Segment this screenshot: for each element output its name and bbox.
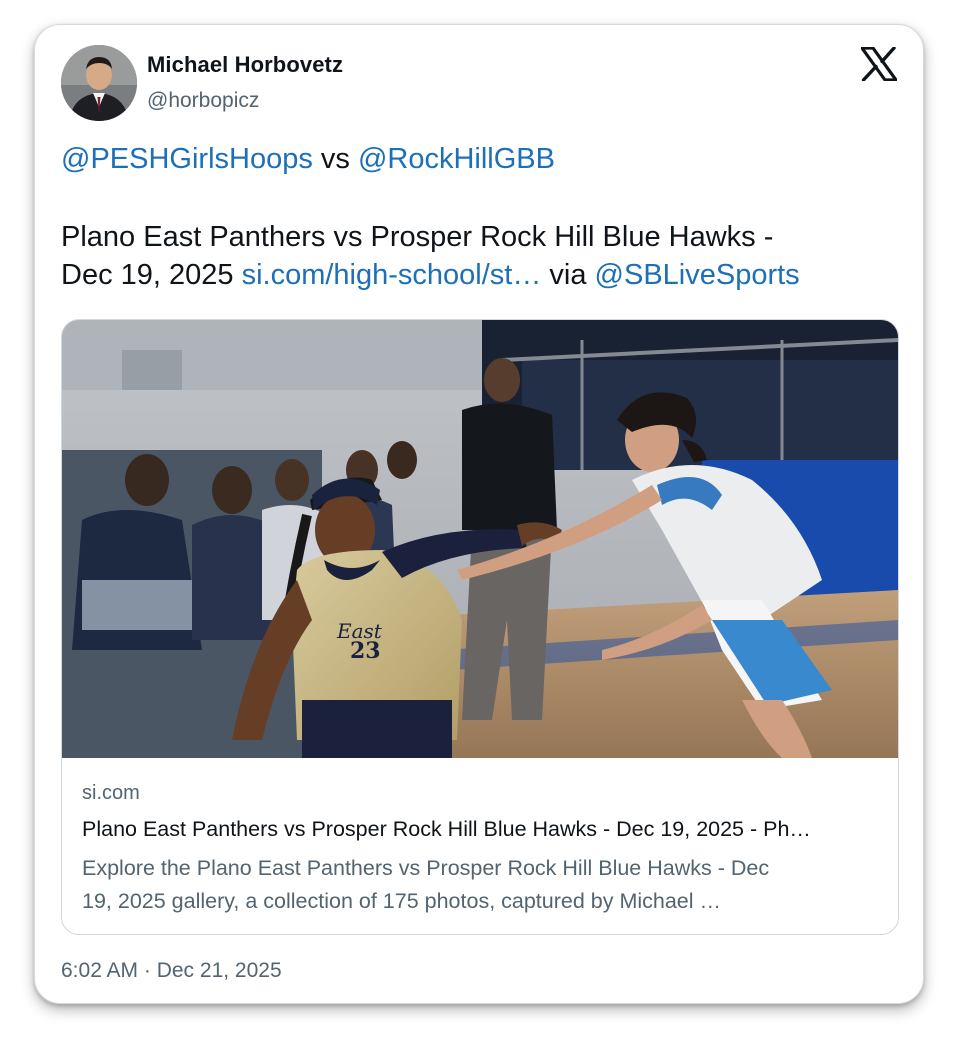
card-description-line-2: 19, 2025 gallery, a collection of 175 ph… — [82, 889, 722, 913]
tweet-card[interactable]: Michael Horbovetz @horbopicz @PESHGirlsH… — [34, 24, 924, 1004]
author-handle[interactable]: @horbopicz — [147, 89, 259, 113]
tweet-line-1: @PESHGirlsHoops vs @RockHillGBB — [61, 140, 901, 178]
article-link[interactable]: si.com/high-school/st… — [242, 259, 542, 291]
card-title[interactable]: Plano East Panthers vs Prosper Rock Hill… — [82, 817, 882, 842]
mention-rockhillgbb[interactable]: @RockHillGBB — [358, 143, 555, 175]
tweet-text: @PESHGirlsHoops vs @RockHillGBB Plano Ea… — [61, 140, 901, 294]
date-text: Dec 19, 2025 — [61, 259, 242, 291]
tweet-line-2: Plano East Panthers vs Prosper Rock Hill… — [61, 221, 774, 253]
preview-image[interactable]: East 23 — [62, 320, 898, 758]
mention-sblivesports[interactable]: @SBLiveSports — [595, 259, 800, 291]
author-avatar[interactable] — [61, 45, 137, 121]
avatar-image — [61, 45, 137, 121]
via-text: via — [541, 259, 595, 291]
card-description-line-1: Explore the Plano East Panthers vs Prosp… — [82, 856, 770, 880]
line-spacer — [61, 178, 901, 218]
link-preview-card[interactable]: East 23 si.com Plano East Panthers vs Pr… — [61, 319, 899, 935]
vs-text: vs — [312, 143, 358, 175]
mention-peshgirlshoops[interactable]: @PESHGirlsHoops — [61, 143, 313, 175]
basketball-photo: East 23 — [62, 320, 898, 758]
card-domain: si.com — [82, 782, 140, 804]
tweet-line-3: Dec 19, 2025 si.com/high-school/st… via … — [61, 256, 901, 294]
card-description: Explore the Plano East Panthers vs Prosp… — [82, 852, 872, 918]
tweet-timestamp[interactable]: 6:02 AM · Dec 21, 2025 — [61, 959, 282, 983]
author-name[interactable]: Michael Horbovetz — [147, 52, 343, 78]
x-logo-icon[interactable] — [860, 46, 898, 82]
